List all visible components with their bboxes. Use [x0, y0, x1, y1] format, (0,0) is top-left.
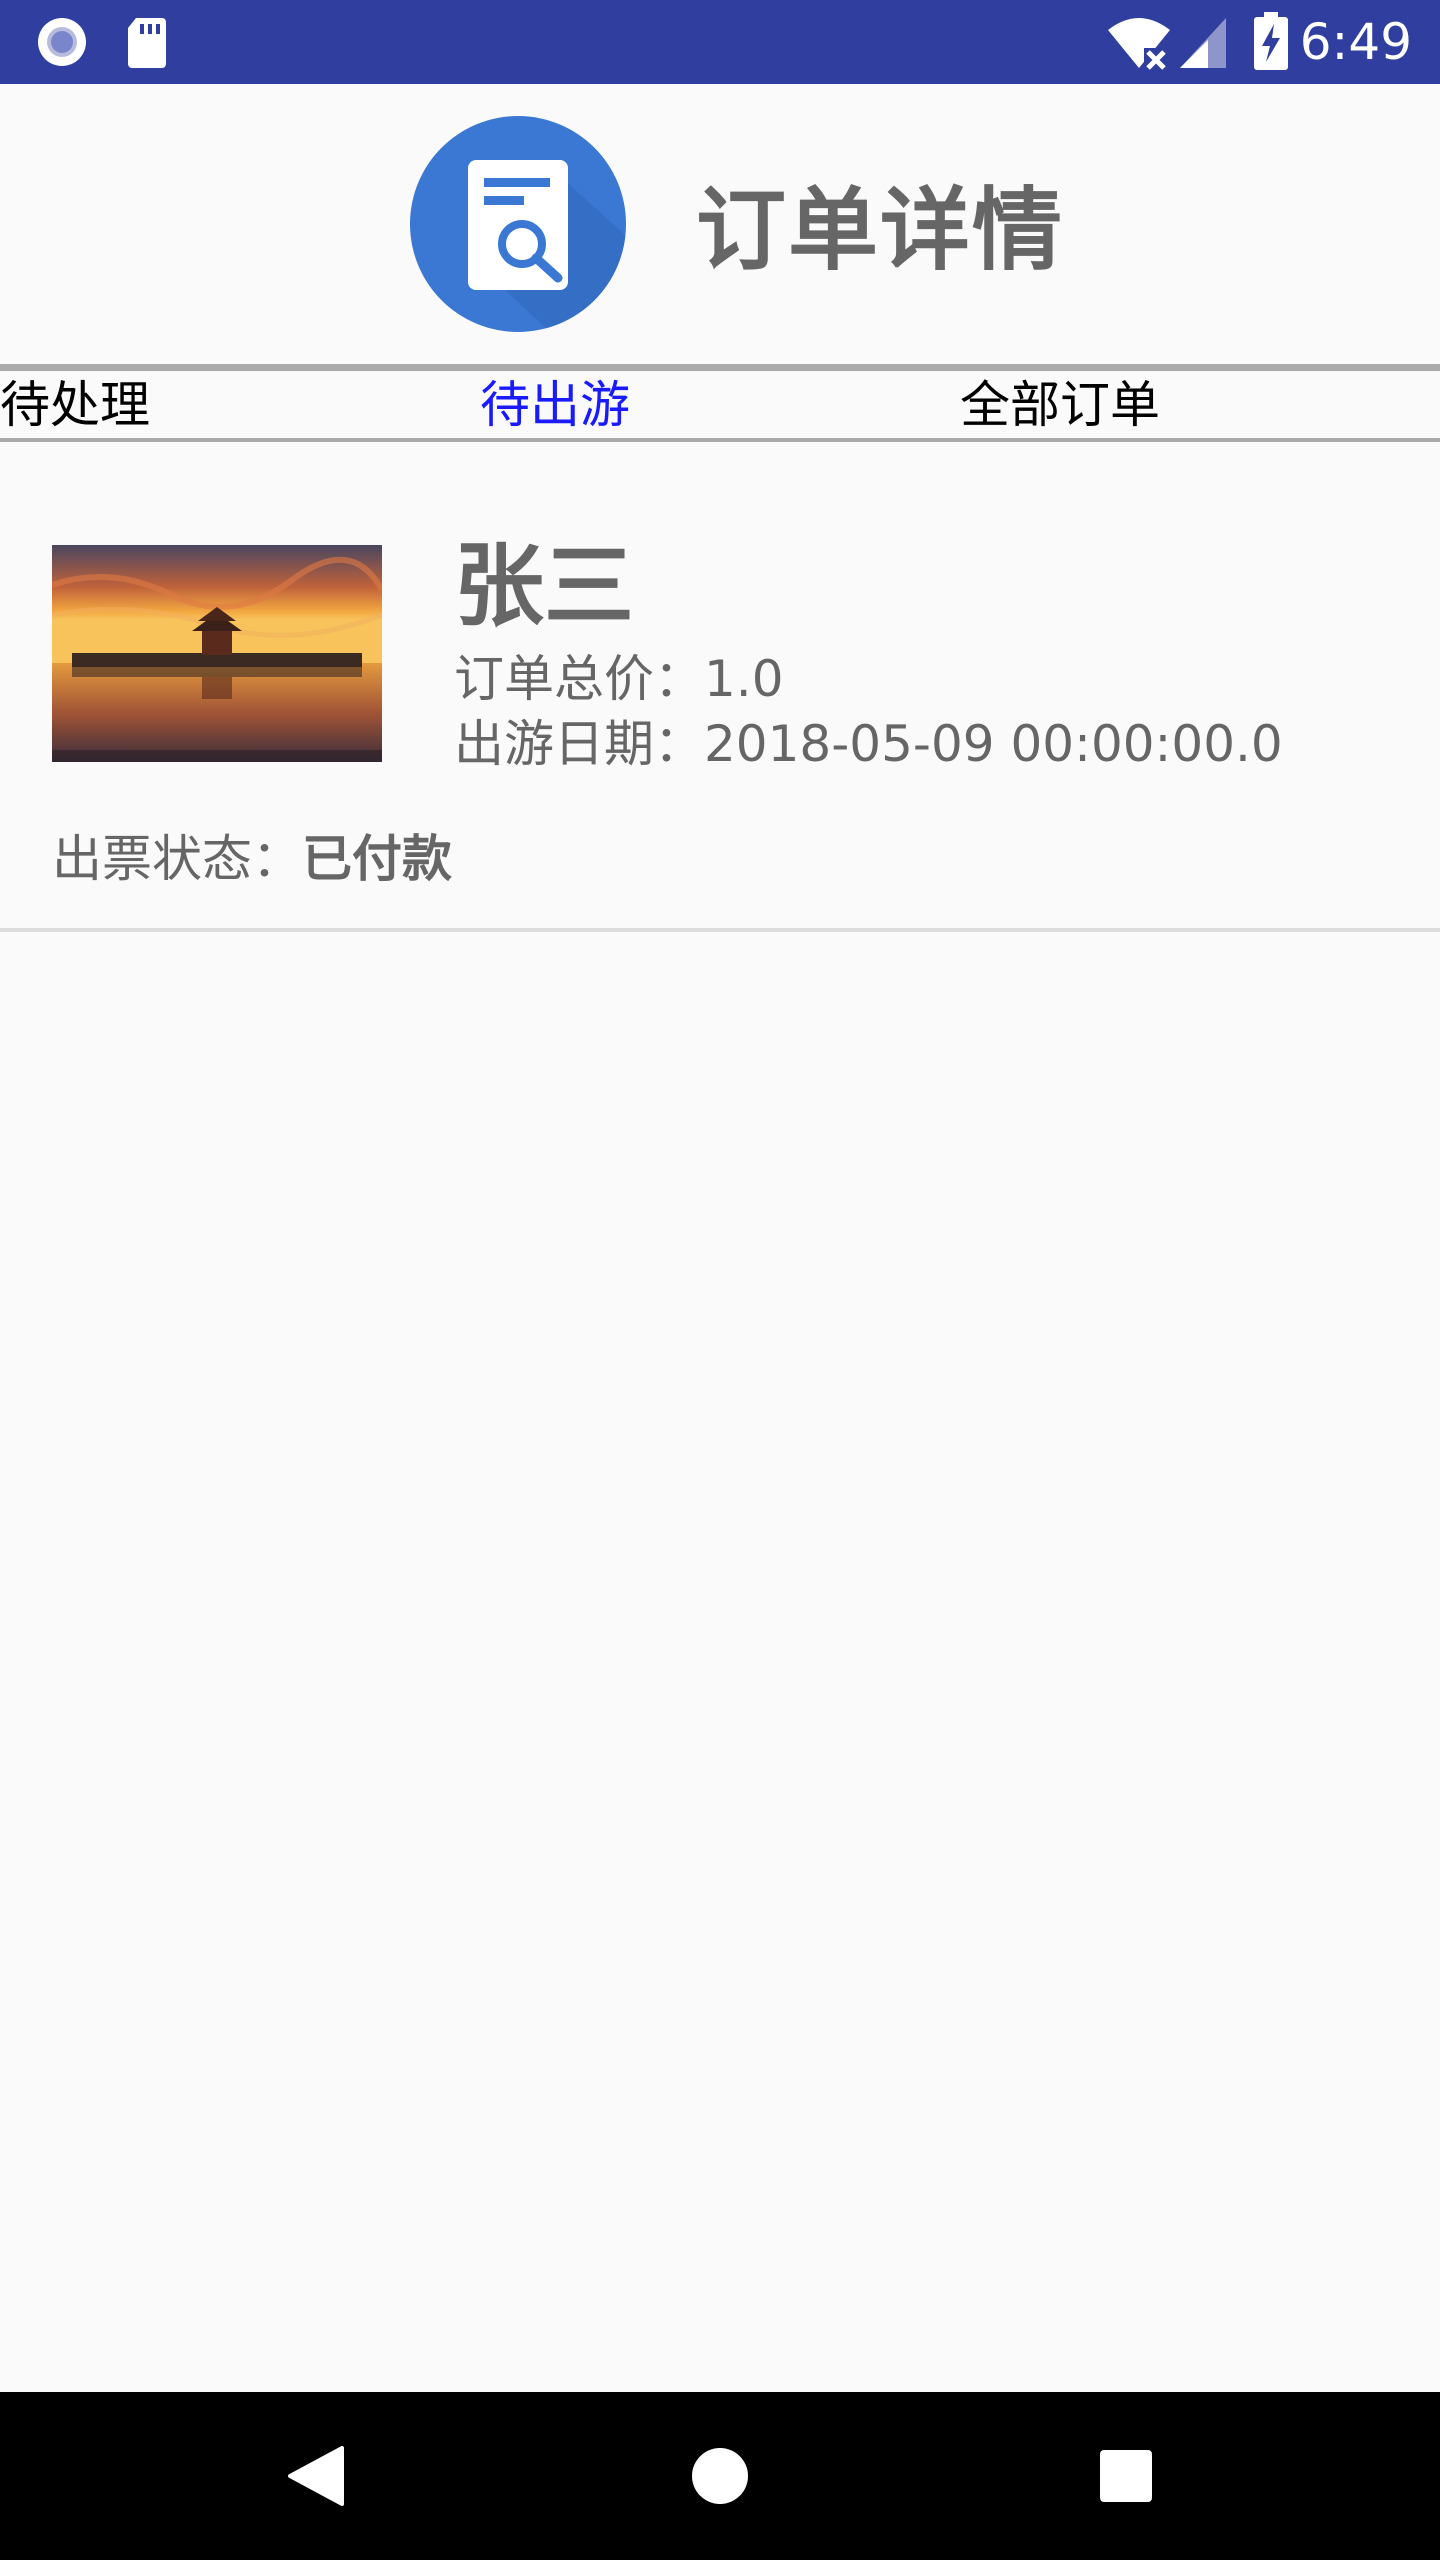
order-divider	[0, 928, 1440, 932]
order-thumbnail	[52, 545, 382, 762]
ticket-status-row: 出票状态：已付款	[52, 827, 452, 891]
document-search-icon	[410, 116, 626, 332]
status-time: 6:49	[1299, 13, 1412, 71]
status-bar: 6:49	[0, 0, 1440, 84]
record-icon	[38, 18, 86, 66]
order-list-item[interactable]: 张三 订单总价：1.0 出游日期：2018-05-09 00:00:00.0 出…	[0, 442, 1440, 932]
forbidden-city-sunset-photo	[52, 545, 382, 762]
customer-name: 张三	[454, 534, 634, 639]
tab-pending[interactable]: 待处理	[0, 371, 150, 439]
total-price-label: 订单总价：	[454, 650, 704, 708]
back-icon[interactable]	[286, 2444, 346, 2508]
ticket-status-value: 已付款	[302, 830, 452, 888]
tab-upcoming-trip[interactable]: 待出游	[480, 371, 630, 439]
signal-icon	[1180, 18, 1226, 68]
travel-date-row: 出游日期：2018-05-09 00:00:00.0	[454, 712, 1283, 776]
total-price-row: 订单总价：1.0	[454, 647, 784, 711]
recents-icon[interactable]	[1098, 2448, 1154, 2504]
ticket-status-label: 出票状态：	[52, 830, 302, 888]
home-icon[interactable]	[690, 2446, 750, 2506]
tab-all-orders[interactable]: 全部订单	[960, 371, 1160, 439]
header-divider	[0, 364, 1440, 371]
total-price-value: 1.0	[704, 650, 784, 708]
order-tabs: 待处理 待出游 全部订单	[0, 371, 1440, 441]
page-title: 订单详情	[696, 178, 1064, 283]
wifi-off-icon	[1108, 18, 1170, 70]
header: 订单详情	[0, 84, 1440, 366]
travel-date-label: 出游日期：	[454, 715, 704, 773]
navigation-bar	[0, 2392, 1440, 2560]
travel-date-value: 2018-05-09 00:00:00.0	[704, 715, 1283, 773]
battery-charging-icon	[1254, 12, 1288, 70]
sd-card-icon	[128, 18, 166, 68]
